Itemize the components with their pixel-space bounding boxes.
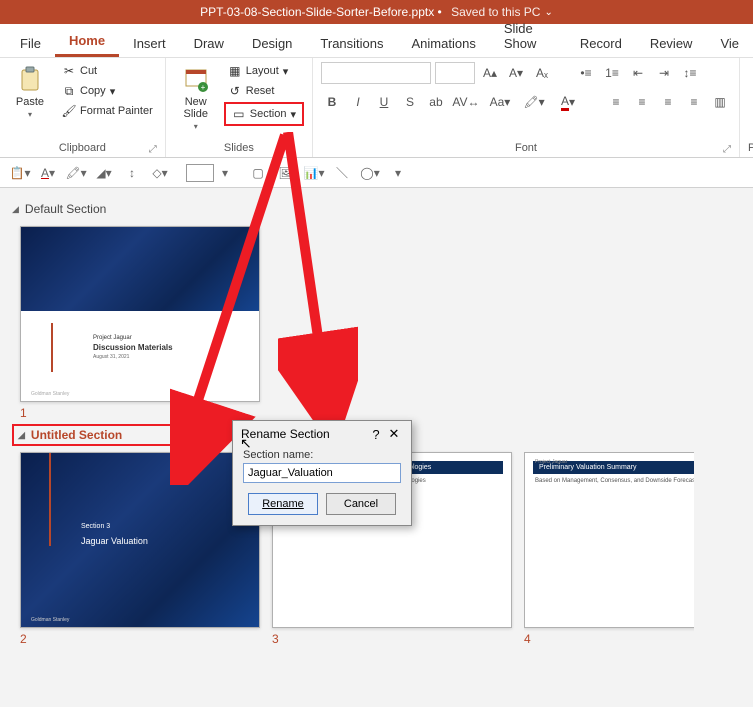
- tab-transitions[interactable]: Transitions: [306, 28, 397, 57]
- highlight-quick-icon[interactable]: 🖍▾: [64, 162, 88, 184]
- svg-text:+: +: [200, 83, 205, 92]
- group-clipboard: Paste ▾ ✂Cut ⧉Copy▾ 🖌Format Painter Clip…: [0, 58, 166, 157]
- align-right-icon[interactable]: ≡: [657, 92, 679, 112]
- more-icon[interactable]: ▾: [386, 162, 410, 184]
- increase-font-icon[interactable]: A▴: [479, 63, 501, 83]
- tab-file[interactable]: File: [6, 28, 55, 57]
- ribbon-tabs: File Home Insert Draw Design Transitions…: [0, 24, 753, 58]
- shadow-icon[interactable]: ab: [425, 92, 447, 112]
- tab-home[interactable]: Home: [55, 25, 119, 57]
- section-icon: ▭: [232, 107, 246, 121]
- font-size-combo[interactable]: [435, 62, 475, 84]
- close-icon[interactable]: ✕: [385, 426, 403, 442]
- scissors-icon: ✂: [62, 64, 76, 78]
- rename-button[interactable]: Rename: [248, 493, 318, 515]
- sort-icon[interactable]: ↕: [120, 162, 144, 184]
- tab-animations[interactable]: Animations: [398, 28, 490, 57]
- new-slide-button[interactable]: + New Slide ▾: [174, 62, 218, 135]
- section-header-default[interactable]: ◢ Default Section: [12, 198, 753, 220]
- char-spacing-icon[interactable]: AV↔: [451, 92, 481, 112]
- chart-icon[interactable]: 📊▾: [302, 162, 326, 184]
- fill-dropdown-icon[interactable]: ▾: [218, 162, 232, 184]
- section-name-label: Section name:: [243, 449, 401, 461]
- help-icon[interactable]: ?: [367, 427, 385, 442]
- tab-slideshow[interactable]: Slide Show: [490, 13, 566, 57]
- section-header-untitled[interactable]: ◢ Untitled Section: [12, 424, 182, 446]
- cancel-button[interactable]: Cancel: [326, 493, 396, 515]
- italic-icon[interactable]: I: [347, 92, 369, 112]
- layout-icon: ▦: [228, 64, 242, 78]
- copy-icon: ⧉: [62, 84, 76, 98]
- dialog-launcher-icon[interactable]: ⤢: [723, 144, 731, 155]
- paintbrush-icon: 🖌: [62, 104, 76, 118]
- strike-icon[interactable]: S: [399, 92, 421, 112]
- tab-design[interactable]: Design: [238, 28, 306, 57]
- clear-format-icon[interactable]: Aₓ: [531, 63, 553, 83]
- increase-indent-icon[interactable]: ⇥: [653, 63, 675, 83]
- reset-icon: ↺: [228, 84, 242, 98]
- clipboard-icon: [16, 66, 44, 94]
- justify-icon[interactable]: ≡: [683, 92, 705, 112]
- shapes-icon[interactable]: ◇▾: [148, 162, 172, 184]
- font-color-icon[interactable]: A▾: [553, 92, 583, 112]
- numbering-icon[interactable]: 1≡: [601, 63, 623, 83]
- picture-icon[interactable]: 🖼: [274, 162, 298, 184]
- layout-button[interactable]: ▦Layout▾: [224, 62, 304, 80]
- dialog-launcher-icon[interactable]: ⤢: [149, 144, 157, 155]
- group-paragraph: Para: [740, 58, 753, 157]
- tab-review[interactable]: Review: [636, 28, 707, 57]
- line-spacing-icon[interactable]: ↕≡: [679, 63, 701, 83]
- new-slide-icon: +: [182, 66, 210, 94]
- section-name-input[interactable]: [243, 463, 401, 483]
- oval-icon[interactable]: ◯▾: [358, 162, 382, 184]
- text-box-icon[interactable]: ▢: [246, 162, 270, 184]
- paste-special-icon[interactable]: 📋▾: [8, 162, 32, 184]
- font-name-combo[interactable]: [321, 62, 431, 84]
- fill-swatch[interactable]: [186, 164, 214, 182]
- group-font: A▴ A▾ Aₓ •≡ 1≡ ⇤ ⇥ ↕≡ B I U S ab AV↔ Aa▾…: [313, 58, 740, 157]
- collapse-triangle-icon: ◢: [18, 430, 25, 441]
- highlight-icon[interactable]: 🖍▾: [519, 92, 549, 112]
- decrease-font-icon[interactable]: A▾: [505, 63, 527, 83]
- bold-icon[interactable]: B: [321, 92, 343, 112]
- shape-fill-icon[interactable]: ◢▾: [92, 162, 116, 184]
- quick-toolbar: 📋▾ A▾ 🖍▾ ◢▾ ↕ ◇▾ ▾ ▢ 🖼 📊▾ ＼ ◯▾ ▾: [0, 158, 753, 188]
- align-left-icon[interactable]: ≡: [605, 92, 627, 112]
- window-titlebar: PPT-03-08-Section-Slide-Sorter-Before.pp…: [0, 0, 753, 24]
- slide-sorter: ◢ Default Section Project Jaguar Discuss…: [0, 188, 753, 650]
- tab-insert[interactable]: Insert: [119, 28, 180, 57]
- slide-thumb-4[interactable]: Project Jaguar JAGUAR VALUATION Prelimin…: [524, 452, 694, 646]
- section-button[interactable]: ▭Section▾: [228, 105, 300, 123]
- dialog-title: Rename Section: [241, 427, 330, 441]
- caret-down-icon: ▾: [28, 110, 32, 119]
- cut-button[interactable]: ✂Cut: [58, 62, 157, 80]
- font-color-quick-icon[interactable]: A▾: [36, 162, 60, 184]
- format-painter-button[interactable]: 🖌Format Painter: [58, 102, 157, 120]
- underline-icon[interactable]: U: [373, 92, 395, 112]
- tab-view[interactable]: Vie: [706, 28, 753, 57]
- group-slides: + New Slide ▾ ▦Layout▾ ↺Reset ▭Section▾ …: [166, 58, 313, 157]
- columns-icon[interactable]: ▥: [709, 92, 731, 112]
- slide-thumb-2[interactable]: Section 3 Jaguar Valuation Goldman Stanl…: [20, 452, 260, 646]
- line-icon[interactable]: ＼: [330, 162, 354, 184]
- slide-thumb-1[interactable]: Project Jaguar Discussion Materials Augu…: [20, 226, 260, 420]
- copy-button[interactable]: ⧉Copy▾: [58, 82, 157, 100]
- ribbon: Paste ▾ ✂Cut ⧉Copy▾ 🖌Format Painter Clip…: [0, 58, 753, 158]
- change-case-icon[interactable]: Aa▾: [485, 92, 515, 112]
- paste-button[interactable]: Paste ▾: [8, 62, 52, 123]
- save-status[interactable]: Saved to this PC: [451, 5, 540, 19]
- reset-button[interactable]: ↺Reset: [224, 82, 304, 100]
- tab-draw[interactable]: Draw: [180, 28, 238, 57]
- bullets-icon[interactable]: •≡: [575, 63, 597, 83]
- rename-section-dialog: Rename Section ? ✕ Section name: Rename …: [232, 420, 412, 526]
- file-name: PPT-03-08-Section-Slide-Sorter-Before.pp…: [200, 5, 434, 19]
- decrease-indent-icon[interactable]: ⇤: [627, 63, 649, 83]
- collapse-triangle-icon: ◢: [12, 204, 19, 215]
- tab-record[interactable]: Record: [566, 28, 636, 57]
- align-center-icon[interactable]: ≡: [631, 92, 653, 112]
